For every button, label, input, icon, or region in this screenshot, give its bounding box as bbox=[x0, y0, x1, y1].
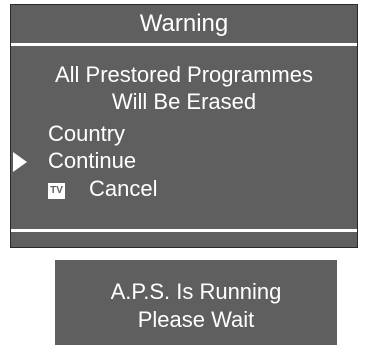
warning-dialog: Warning All Prestored Programmes Will Be… bbox=[10, 4, 358, 248]
menu-item-country[interactable]: Country bbox=[48, 120, 125, 147]
warning-message: All Prestored Programmes Will Be Erased bbox=[11, 61, 357, 115]
dialog-title: Warning bbox=[139, 10, 229, 37]
footer-divider bbox=[11, 229, 357, 232]
menu-item-continue[interactable]: Continue bbox=[48, 147, 136, 174]
menu-item-cancel-label: Cancel bbox=[89, 176, 158, 201]
status-line-1: A.P.S. Is Running bbox=[110, 279, 282, 304]
selection-pointer-icon bbox=[13, 152, 27, 172]
title-divider bbox=[11, 43, 357, 46]
menu-item-cancel[interactable]: TV Cancel bbox=[48, 175, 157, 202]
aps-status-box: A.P.S. Is Running Please Wait bbox=[55, 260, 337, 345]
warning-message-line-1: All Prestored Programmes bbox=[55, 62, 313, 87]
status-line-2: Please Wait bbox=[137, 307, 255, 332]
tv-key-icon: TV bbox=[48, 183, 65, 199]
warning-message-line-2: Will Be Erased bbox=[111, 89, 257, 114]
